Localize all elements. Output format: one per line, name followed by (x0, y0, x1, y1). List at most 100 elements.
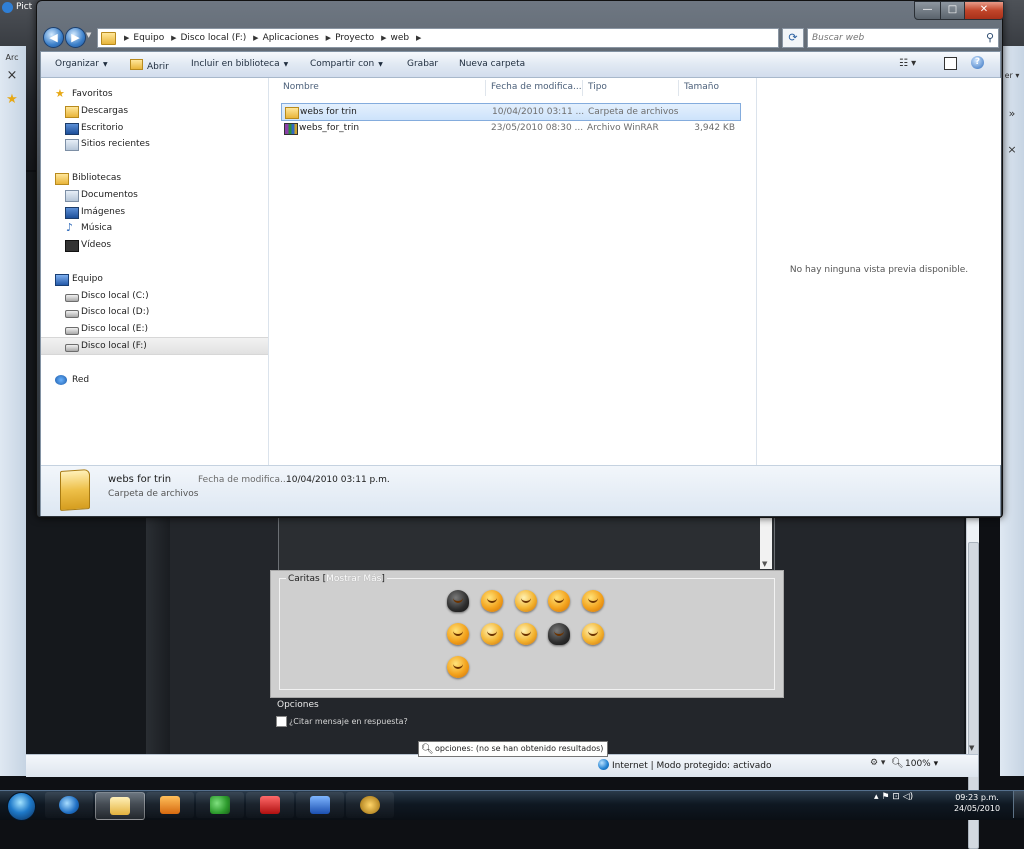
nav-item-drive-c[interactable]: Disco local (C:) (41, 288, 268, 304)
column-header-date[interactable]: Fecha de modifica... (491, 82, 582, 92)
nav-item-recent[interactable]: Sitios recientes (41, 136, 268, 152)
emoticon[interactable] (481, 590, 503, 612)
nav-item-images[interactable]: Imágenes (41, 204, 268, 220)
nav-label: Disco local (C:) (81, 291, 149, 301)
emoticon-dark[interactable] (548, 623, 570, 645)
close-tab-icon[interactable]: × (1002, 142, 1022, 158)
breadcrumb-item[interactable]: Aplicaciones (263, 33, 319, 43)
address-bar[interactable]: ▶ Equipo ▶ Disco local (F:) ▶ Aplicaciones … (97, 28, 828, 48)
column-header-name[interactable]: Nombre (283, 82, 319, 92)
nav-item-libraries[interactable]: Bibliotecas (41, 170, 268, 186)
burn-button[interactable]: Grabar (407, 59, 438, 69)
search-input[interactable] (812, 29, 972, 47)
breadcrumb-item[interactable]: web (390, 33, 409, 43)
column-divider[interactable] (678, 80, 679, 96)
protected-mode-icon[interactable]: ⚙ ▾ (870, 758, 885, 768)
emoticon[interactable] (582, 623, 604, 645)
help-icon[interactable]: ? (971, 56, 984, 69)
tools-menu-fragment[interactable]: er ▾ (1002, 68, 1022, 84)
nav-item-desktop[interactable]: Escritorio (41, 120, 268, 136)
emoticon[interactable] (515, 623, 537, 645)
breadcrumb-separator-icon[interactable]: ▶ (253, 34, 258, 42)
emoticon[interactable] (447, 623, 469, 645)
taskbar (0, 790, 1024, 821)
nav-item-music[interactable]: ♪ Música (41, 220, 268, 236)
emoticon[interactable] (582, 590, 604, 612)
breadcrumb-item[interactable]: Equipo (133, 33, 164, 43)
nav-item-drive-f[interactable]: Disco local (F:) (41, 337, 268, 355)
taskbar-media-player[interactable] (146, 792, 194, 818)
open-button[interactable]: Abrir (130, 59, 169, 72)
refresh-button[interactable]: ⟳ (782, 28, 804, 48)
search-box[interactable]: ⚲ (807, 28, 999, 48)
recent-pages-dropdown-icon[interactable]: ▼ (86, 31, 91, 39)
taskbar-app-blue[interactable] (296, 792, 344, 818)
maximize-button[interactable]: □ (940, 1, 965, 20)
column-divider[interactable] (485, 80, 486, 96)
preview-pane-icon[interactable] (944, 57, 957, 70)
emoticon[interactable] (481, 623, 503, 645)
column-divider[interactable] (582, 80, 583, 96)
emoticon[interactable] (548, 590, 570, 612)
textarea-scrollbar[interactable]: ▼ (760, 516, 772, 569)
emoticon[interactable] (447, 656, 469, 678)
taskbar-app-red[interactable] (246, 792, 294, 818)
security-zone[interactable]: Internet | Modo protegido: activado (598, 759, 772, 771)
nav-item-computer[interactable]: Equipo (41, 271, 268, 287)
breadcrumb-separator-icon[interactable]: ▶ (381, 34, 386, 42)
notification-area[interactable]: ▴ ⚑ ⊡ ◁) (874, 792, 913, 802)
file-row[interactable]: webs for trin 10/04/2010 03:11 ... Carpe… (281, 103, 741, 121)
emoticon[interactable] (515, 590, 537, 612)
breadcrumb-separator-icon[interactable]: ▶ (416, 34, 421, 42)
message-textarea[interactable] (278, 515, 775, 571)
quote-checkbox[interactable] (276, 716, 287, 727)
zoom-level[interactable]: 100% ▾ (905, 759, 938, 769)
caritas-label: Caritas [ (288, 574, 327, 584)
nav-item-network[interactable]: Red (41, 372, 268, 388)
clock-date: 24/05/2010 (953, 804, 1001, 813)
change-view-icon[interactable]: ☷ ▾ (899, 58, 916, 69)
column-header-size[interactable]: Tamaño (684, 82, 719, 92)
minimize-button[interactable]: — (914, 1, 941, 20)
share-with-button[interactable]: Compartir con ▼ (310, 59, 383, 69)
scroll-down-icon[interactable]: ▼ (762, 560, 767, 568)
clock[interactable]: 09:23 p.m. 24/05/2010 (944, 792, 1010, 814)
quote-checkbox-label[interactable]: ¿Citar mensaje en respuesta? (289, 717, 408, 726)
forward-button[interactable]: ▶ (65, 27, 86, 48)
start-button[interactable] (3, 791, 37, 821)
nav-item-downloads[interactable]: Descargas (41, 103, 268, 119)
search-icon[interactable]: ⚲ (986, 31, 994, 44)
caritas-legend: Caritas [Mostrar Más] (286, 574, 387, 584)
file-row[interactable]: webs_for_trin 23/05/2010 08:30 ... Archi… (281, 120, 739, 136)
zoom-dropdown-icon[interactable]: ▾ (934, 759, 939, 769)
scroll-down-icon[interactable]: ▼ (969, 744, 974, 752)
breadcrumb-item[interactable]: Disco local (F:) (180, 33, 246, 43)
column-header-type[interactable]: Tipo (588, 82, 607, 92)
taskbar-messenger[interactable] (196, 792, 244, 818)
new-folder-button[interactable]: Nueva carpeta (459, 59, 525, 69)
breadcrumb-separator-icon[interactable]: ▶ (326, 34, 331, 42)
nav-item-favorites[interactable]: ★ Favoritos (41, 86, 268, 102)
nav-item-documents[interactable]: Documentos (41, 187, 268, 203)
nav-item-drive-e[interactable]: Disco local (E:) (41, 321, 268, 337)
emoticon-dark[interactable] (447, 590, 469, 612)
include-in-library-button[interactable]: Incluir en biblioteca ▼ (191, 59, 288, 69)
nav-item-drive-d[interactable]: Disco local (D:) (41, 304, 268, 320)
organize-button[interactable]: Organizar ▼ (55, 59, 108, 69)
show-more-link[interactable]: Mostrar Más (326, 574, 381, 584)
back-button[interactable]: ◀ (43, 27, 64, 48)
taskbar-ie[interactable] (45, 792, 93, 818)
favorites-star-icon[interactable]: ★ (2, 92, 22, 108)
show-desktop-button[interactable] (1013, 791, 1024, 818)
taskbar-warcraft[interactable] (346, 792, 394, 818)
close-button[interactable]: ✕ (964, 1, 1004, 20)
organize-label: Organizar (55, 59, 99, 69)
stop-icon[interactable]: × (2, 68, 22, 84)
taskbar-explorer[interactable] (95, 792, 145, 820)
caritas-bracket: ] (381, 574, 385, 584)
breadcrumb-separator-icon[interactable]: ▶ (124, 34, 129, 42)
chevron-more-icon[interactable]: » (1002, 106, 1022, 122)
breadcrumb-item[interactable]: Proyecto (335, 33, 374, 43)
breadcrumb-separator-icon[interactable]: ▶ (171, 34, 176, 42)
nav-item-videos[interactable]: Vídeos (41, 237, 268, 253)
